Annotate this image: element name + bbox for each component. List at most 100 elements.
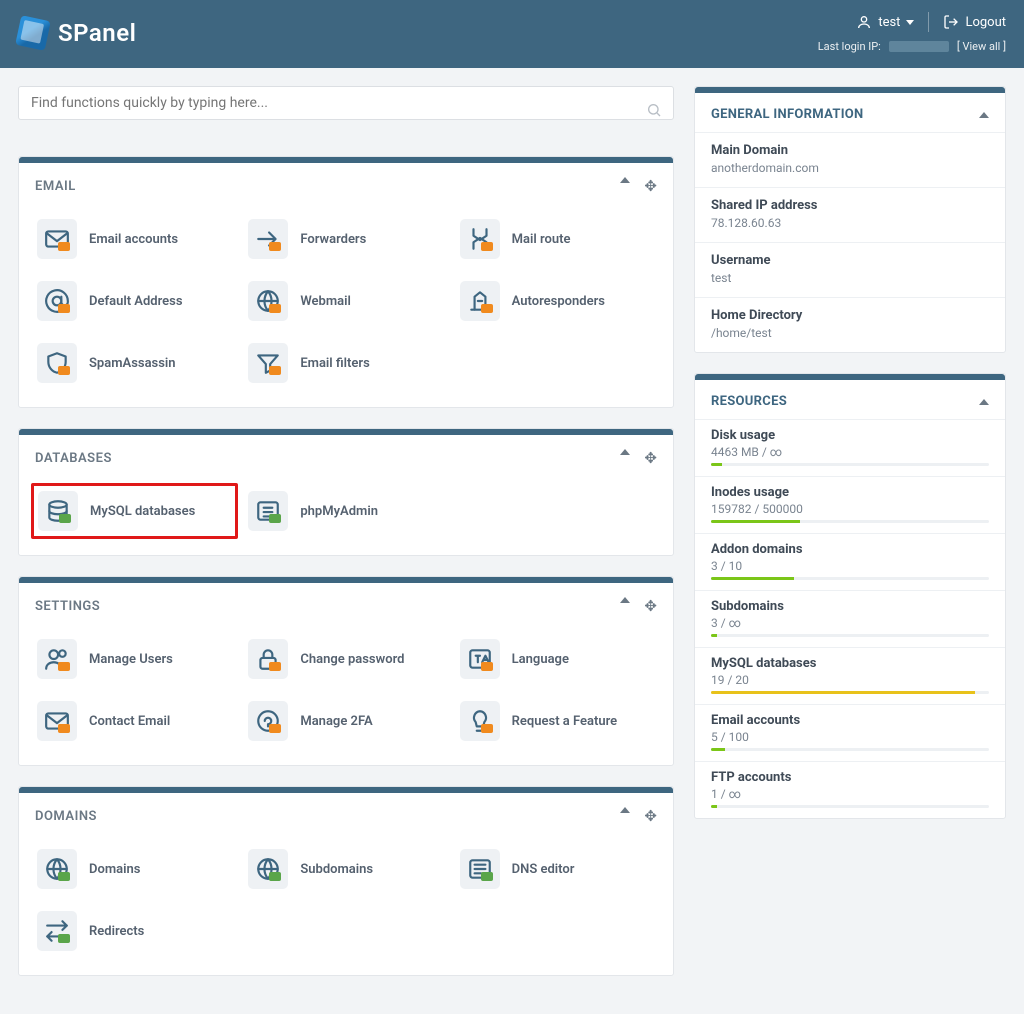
email-item-autoresponders[interactable]: Autoresponders bbox=[454, 273, 661, 329]
settings-item-manage-users[interactable]: Manage Users bbox=[31, 631, 238, 687]
resource-row: Inodes usage 159782 / 500000 bbox=[695, 476, 1005, 533]
move-icon[interactable]: ✥ bbox=[644, 177, 657, 195]
move-icon[interactable]: ✥ bbox=[644, 597, 657, 615]
settings-item-change-password[interactable]: Change password bbox=[242, 631, 449, 687]
db-icon bbox=[38, 491, 78, 531]
item-label: Autoresponders bbox=[512, 294, 605, 309]
item-label: Language bbox=[512, 652, 569, 667]
logo-icon bbox=[15, 15, 51, 51]
last-login-row: Last login IP: [ View all ] bbox=[818, 40, 1006, 53]
email-item-email-filters[interactable]: Email filters bbox=[242, 335, 449, 391]
email-item-spamassassin[interactable]: SpamAssassin bbox=[31, 335, 238, 391]
domains-item-subdomains[interactable]: Subdomains bbox=[242, 841, 449, 897]
info-row: Username test bbox=[695, 242, 1005, 297]
chevron-up-icon[interactable] bbox=[620, 177, 630, 183]
move-icon[interactable]: ✥ bbox=[644, 449, 657, 467]
resources-title: RESOURCES bbox=[711, 394, 787, 409]
progress-bar bbox=[711, 463, 989, 466]
header: SPanel test Logout Last login IP: [ View… bbox=[0, 0, 1024, 68]
info-label: Shared IP address bbox=[711, 198, 989, 213]
email-item-default-address[interactable]: Default Address bbox=[31, 273, 238, 329]
user-icon bbox=[856, 14, 872, 30]
item-label: Manage Users bbox=[89, 652, 173, 667]
settings-item-request-a-feature[interactable]: Request a Feature bbox=[454, 693, 661, 749]
resource-label: Disk usage bbox=[711, 428, 989, 443]
resource-value: 159782 / 500000 bbox=[711, 502, 989, 516]
logout-button[interactable]: Logout bbox=[943, 14, 1006, 30]
databases-item-mysql-databases[interactable]: MySQL databases bbox=[31, 483, 238, 539]
item-label: phpMyAdmin bbox=[300, 504, 378, 519]
email-item-forwarders[interactable]: Forwarders bbox=[242, 211, 449, 267]
item-label: Manage 2FA bbox=[300, 714, 372, 729]
email-panel: EMAIL ✥ Email accounts Forwarders Mail r… bbox=[18, 156, 674, 408]
resource-label: Subdomains bbox=[711, 599, 989, 614]
info-row: Main Domainanotherdomain.com bbox=[695, 132, 1005, 187]
search-input[interactable] bbox=[18, 86, 674, 120]
resource-row: Addon domains 3 / 10 bbox=[695, 533, 1005, 590]
resource-value: 3 / ∞ bbox=[711, 616, 989, 630]
chevron-up-icon[interactable] bbox=[979, 112, 989, 118]
chevron-up-icon[interactable] bbox=[620, 449, 630, 455]
info-label: Username bbox=[711, 253, 989, 268]
progress-bar bbox=[711, 748, 989, 751]
chevron-up-icon[interactable] bbox=[620, 807, 630, 813]
view-all-link[interactable]: [ View all ] bbox=[957, 40, 1006, 53]
logout-label: Logout bbox=[965, 15, 1006, 30]
move-icon[interactable]: ✥ bbox=[644, 807, 657, 825]
shield-icon bbox=[37, 343, 77, 383]
domains-item-redirects[interactable]: Redirects bbox=[31, 903, 238, 959]
forward-icon bbox=[248, 219, 288, 259]
item-label: Default Address bbox=[89, 294, 183, 309]
route-icon bbox=[460, 219, 500, 259]
item-label: DNS editor bbox=[512, 862, 575, 877]
item-label: Email accounts bbox=[89, 232, 178, 247]
chevron-up-icon[interactable] bbox=[979, 399, 989, 405]
general-info-title: GENERAL INFORMATION bbox=[711, 107, 864, 122]
settings-item-language[interactable]: Language bbox=[454, 631, 661, 687]
info-label: Main Domain bbox=[711, 143, 989, 158]
logout-icon bbox=[943, 14, 959, 30]
resource-value: 1 / ∞ bbox=[711, 787, 989, 801]
progress-bar bbox=[711, 634, 989, 637]
item-label: Subdomains bbox=[300, 862, 373, 877]
lang-icon bbox=[460, 639, 500, 679]
world-icon bbox=[248, 849, 288, 889]
mail-icon bbox=[37, 219, 77, 259]
item-label: Request a Feature bbox=[512, 714, 618, 729]
users-icon bbox=[37, 639, 77, 679]
twofa-icon bbox=[248, 701, 288, 741]
settings-item-contact-email[interactable]: Contact Email bbox=[31, 693, 238, 749]
progress-bar bbox=[711, 805, 989, 808]
brand[interactable]: SPanel bbox=[18, 18, 136, 48]
resource-label: Addon domains bbox=[711, 542, 989, 557]
databases-panel: DATABASES ✥ MySQL databases phpMyAdmin bbox=[18, 428, 674, 556]
resource-label: FTP accounts bbox=[711, 770, 989, 785]
settings-item-manage-2fa[interactable]: Manage 2FA bbox=[242, 693, 449, 749]
filter-icon bbox=[248, 343, 288, 383]
item-label: Redirects bbox=[89, 924, 144, 939]
redirect-icon bbox=[37, 911, 77, 951]
email-item-mail-route[interactable]: Mail route bbox=[454, 211, 661, 267]
chevron-up-icon[interactable] bbox=[620, 597, 630, 603]
user-menu[interactable]: test bbox=[856, 14, 914, 30]
domains-item-domains[interactable]: Domains bbox=[31, 841, 238, 897]
resource-label: Email accounts bbox=[711, 713, 989, 728]
search-wrap bbox=[18, 86, 674, 138]
databases-item-phpmyadmin[interactable]: phpMyAdmin bbox=[242, 483, 449, 539]
domains-title: DOMAINS bbox=[35, 809, 97, 824]
progress-bar bbox=[711, 520, 989, 523]
progress-bar bbox=[711, 577, 989, 580]
auto-icon bbox=[460, 281, 500, 321]
resource-value: 3 / 10 bbox=[711, 559, 989, 573]
email-item-webmail[interactable]: Webmail bbox=[242, 273, 449, 329]
item-label: Change password bbox=[300, 652, 404, 667]
item-label: Webmail bbox=[300, 294, 351, 309]
item-label: MySQL databases bbox=[90, 504, 195, 519]
domains-item-dns-editor[interactable]: DNS editor bbox=[454, 841, 661, 897]
envelope-icon bbox=[37, 701, 77, 741]
resource-value: 4463 MB / ∞ bbox=[711, 445, 989, 459]
info-value: test bbox=[711, 271, 989, 285]
email-item-email-accounts[interactable]: Email accounts bbox=[31, 211, 238, 267]
domains-panel: DOMAINS ✥ Domains Subdomains DNS editor … bbox=[18, 786, 674, 976]
resource-row: MySQL databases 19 / 20 bbox=[695, 647, 1005, 704]
